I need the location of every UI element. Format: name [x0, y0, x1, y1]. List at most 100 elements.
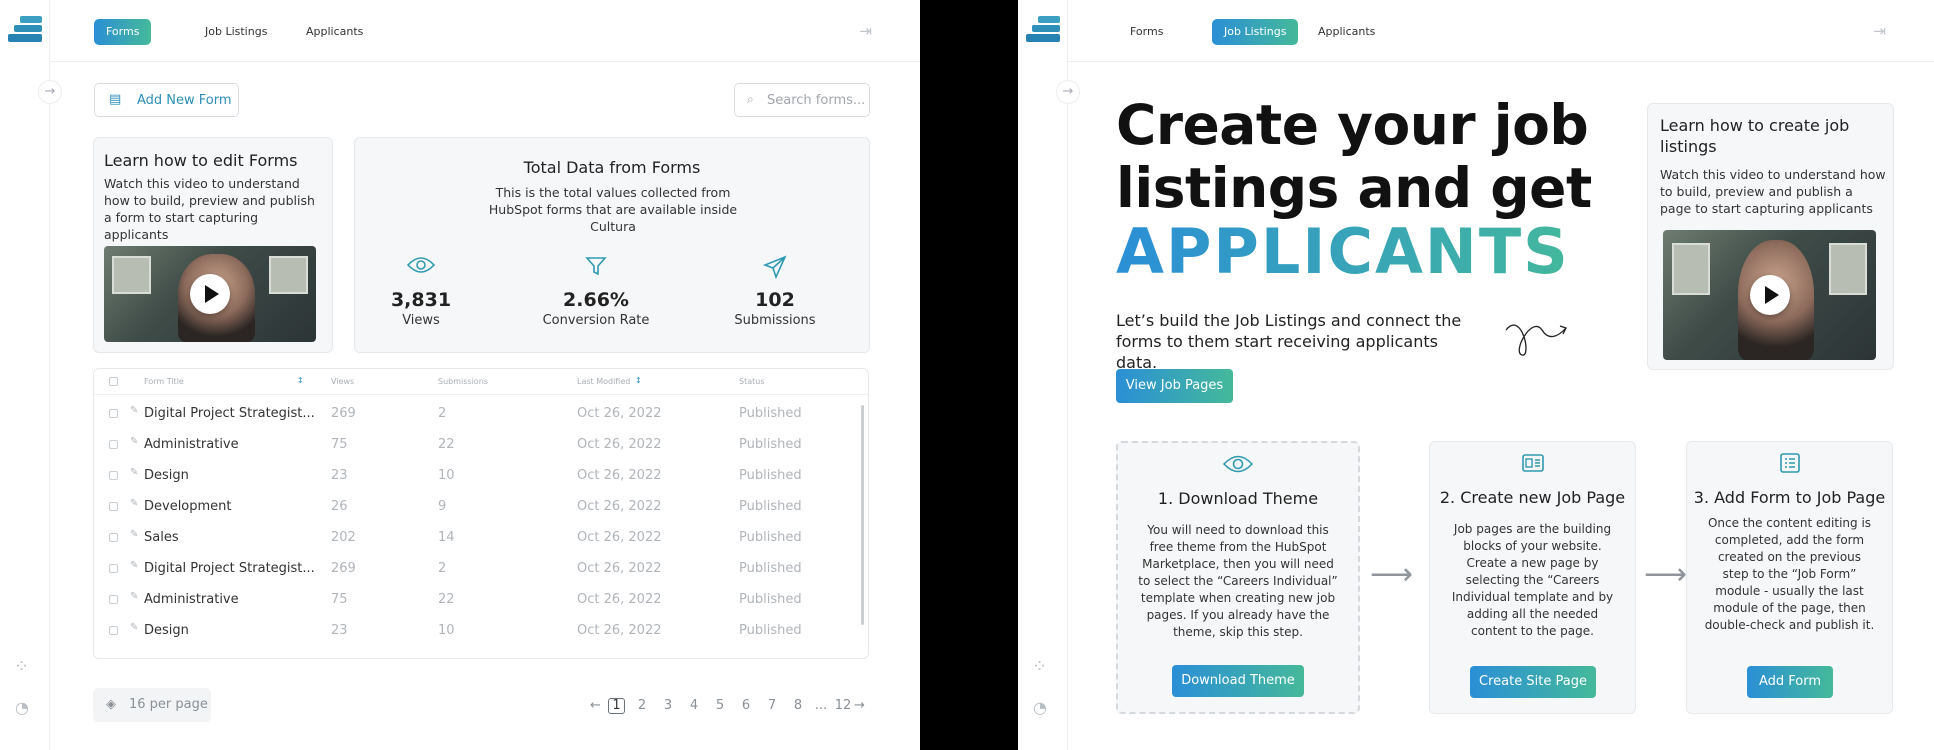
form-title-cell: Digital Project Strategist... — [144, 561, 315, 576]
stat-views: 3,831 Views — [351, 255, 491, 328]
page-7[interactable]: 7 — [765, 698, 779, 713]
edit-icon[interactable]: ✎ — [130, 529, 138, 540]
tab-forms[interactable]: Forms — [94, 19, 152, 45]
submissions-cell: 22 — [438, 437, 455, 452]
logout-icon[interactable]: ⇥ — [859, 22, 872, 40]
table-scrollbar[interactable] — [861, 405, 864, 625]
page-layout-icon — [1430, 452, 1635, 480]
add-form-button[interactable]: Add Form — [1747, 666, 1833, 698]
sort-icon[interactable]: ↕ — [635, 376, 642, 385]
total-data-desc: This is the total values collected from … — [488, 185, 738, 234]
row-checkbox[interactable] — [109, 502, 118, 511]
table-row[interactable]: ✎ Administrative 75 22 Oct 26, 2022 Published — [94, 585, 854, 616]
play-icon[interactable] — [1749, 275, 1790, 315]
page-12[interactable]: 12 — [834, 698, 852, 713]
search-input[interactable]: ⌕ Search forms... — [734, 83, 870, 117]
step-add-form: 3. Add Form to Job Page Once the content… — [1686, 441, 1893, 714]
conversion-label: Conversion Rate — [542, 313, 650, 328]
page-1[interactable]: 1 — [608, 698, 625, 714]
learn-card: Learn how to edit Forms Watch this video… — [93, 137, 333, 353]
tab-job-listings[interactable]: Job Listings — [1212, 19, 1299, 45]
table-row[interactable]: ✎ Design 23 10 Oct 26, 2022 Published — [94, 616, 854, 647]
app-logo[interactable] — [1026, 16, 1060, 46]
edit-icon[interactable]: ✎ — [130, 622, 138, 633]
user-icon[interactable]: ◔ — [15, 698, 29, 717]
submissions-cell: 14 — [438, 530, 455, 545]
header-views[interactable]: Views — [331, 377, 354, 386]
page-5[interactable]: 5 — [713, 698, 727, 713]
stat-submissions: 102 Submissions — [705, 255, 845, 328]
views-label: Views — [402, 313, 440, 328]
table-row[interactable]: ✎ Sales 202 14 Oct 26, 2022 Published — [94, 523, 854, 554]
hero-line-1: Create your job — [1116, 93, 1589, 157]
modules-icon[interactable]: ⁘ — [14, 656, 29, 677]
prev-page-icon[interactable]: ← — [590, 698, 601, 713]
total-data-title: Total Data from Forms — [523, 158, 701, 177]
tab-applicants[interactable]: Applicants — [1306, 19, 1387, 45]
page-8[interactable]: 8 — [791, 698, 805, 713]
sort-icon[interactable]: ↕ — [297, 376, 304, 385]
edit-icon[interactable]: ✎ — [130, 405, 138, 416]
total-data-card: Total Data from Forms This is the total … — [354, 137, 870, 353]
header-submissions[interactable]: Submissions — [438, 377, 488, 386]
view-job-pages-button[interactable]: View Job Pages — [1116, 369, 1233, 403]
tab-job-listings[interactable]: Job Listings — [193, 19, 279, 45]
add-new-form-button[interactable]: ▤ Add New Form — [94, 83, 239, 117]
per-page-selector[interactable]: ◈ 16 per page — [93, 688, 211, 722]
views-cell: 269 — [331, 406, 356, 421]
table-row[interactable]: ✎ Digital Project Strategist... 269 2 Oct 26… — [94, 399, 854, 430]
edit-icon[interactable]: ✎ — [130, 467, 138, 478]
tab-applicants[interactable]: Applicants — [294, 19, 375, 45]
row-checkbox[interactable] — [109, 564, 118, 573]
edit-icon[interactable]: ✎ — [130, 591, 138, 602]
top-nav: Forms Job Listings Applicants ⇥ — [1068, 0, 1934, 62]
header-last-modified[interactable]: Last Modified — [577, 377, 630, 386]
modules-icon[interactable]: ⁘ — [1032, 656, 1047, 677]
table-row[interactable]: ✎ Design 23 10 Oct 26, 2022 Published — [94, 461, 854, 492]
video-thumbnail[interactable] — [104, 246, 316, 342]
sidebar: → ⁘ ◔ — [0, 0, 62, 750]
expand-sidebar-icon[interactable]: → — [1056, 80, 1080, 104]
row-checkbox[interactable] — [109, 471, 118, 480]
tab-forms[interactable]: Forms — [1118, 19, 1175, 45]
row-checkbox[interactable] — [109, 409, 118, 418]
row-checkbox[interactable] — [109, 595, 118, 604]
download-theme-button[interactable]: Download Theme — [1172, 665, 1304, 697]
submissions-cell: 10 — [438, 468, 455, 483]
eye-icon — [351, 255, 491, 285]
app-logo[interactable] — [8, 16, 42, 46]
step-download-theme: 1. Download Theme You will need to downl… — [1116, 441, 1360, 714]
expand-sidebar-icon[interactable]: → — [38, 80, 62, 104]
edit-icon[interactable]: ✎ — [130, 436, 138, 447]
logout-icon[interactable]: ⇥ — [1873, 22, 1886, 40]
edit-icon[interactable]: ✎ — [130, 498, 138, 509]
row-checkbox[interactable] — [109, 626, 118, 635]
user-icon[interactable]: ◔ — [1033, 698, 1047, 717]
select-all-checkbox[interactable] — [109, 377, 118, 386]
step-3-desc: Once the content editing is completed, a… — [1704, 516, 1875, 632]
edit-icon[interactable]: ✎ — [130, 560, 138, 571]
forms-table: Form Title ↕ Views Submissions Last Modi… — [93, 368, 869, 659]
header-status[interactable]: Status — [739, 377, 765, 386]
next-page-icon[interactable]: → — [854, 698, 865, 713]
table-row[interactable]: ✎ Digital Project Strategist... 269 2 Oct 26… — [94, 554, 854, 585]
row-checkbox[interactable] — [109, 533, 118, 542]
views-cell: 202 — [331, 530, 356, 545]
page-4[interactable]: 4 — [687, 698, 701, 713]
table-row[interactable]: ✎ Administrative 75 22 Oct 26, 2022 Published — [94, 430, 854, 461]
submissions-cell: 2 — [438, 406, 447, 421]
play-icon[interactable] — [190, 274, 230, 314]
create-site-page-button[interactable]: Create Site Page — [1470, 666, 1596, 698]
page-6[interactable]: 6 — [739, 698, 753, 713]
page-3[interactable]: 3 — [661, 698, 675, 713]
page-2[interactable]: 2 — [635, 698, 649, 713]
video-thumbnail[interactable] — [1663, 230, 1876, 360]
row-checkbox[interactable] — [109, 440, 118, 449]
last-modified-cell: Oct 26, 2022 — [577, 592, 662, 607]
views-cell: 269 — [331, 561, 356, 576]
step-2-desc: Job pages are the building blocks of you… — [1451, 522, 1614, 638]
table-row[interactable]: ✎ Development 26 9 Oct 26, 2022 Published — [94, 492, 854, 523]
hero-headline: Create your job listings and get APPLICA… — [1116, 93, 1592, 284]
header-form-title[interactable]: Form Title — [144, 377, 184, 386]
learn-desc: Watch this video to understand how to bu… — [104, 176, 315, 242]
